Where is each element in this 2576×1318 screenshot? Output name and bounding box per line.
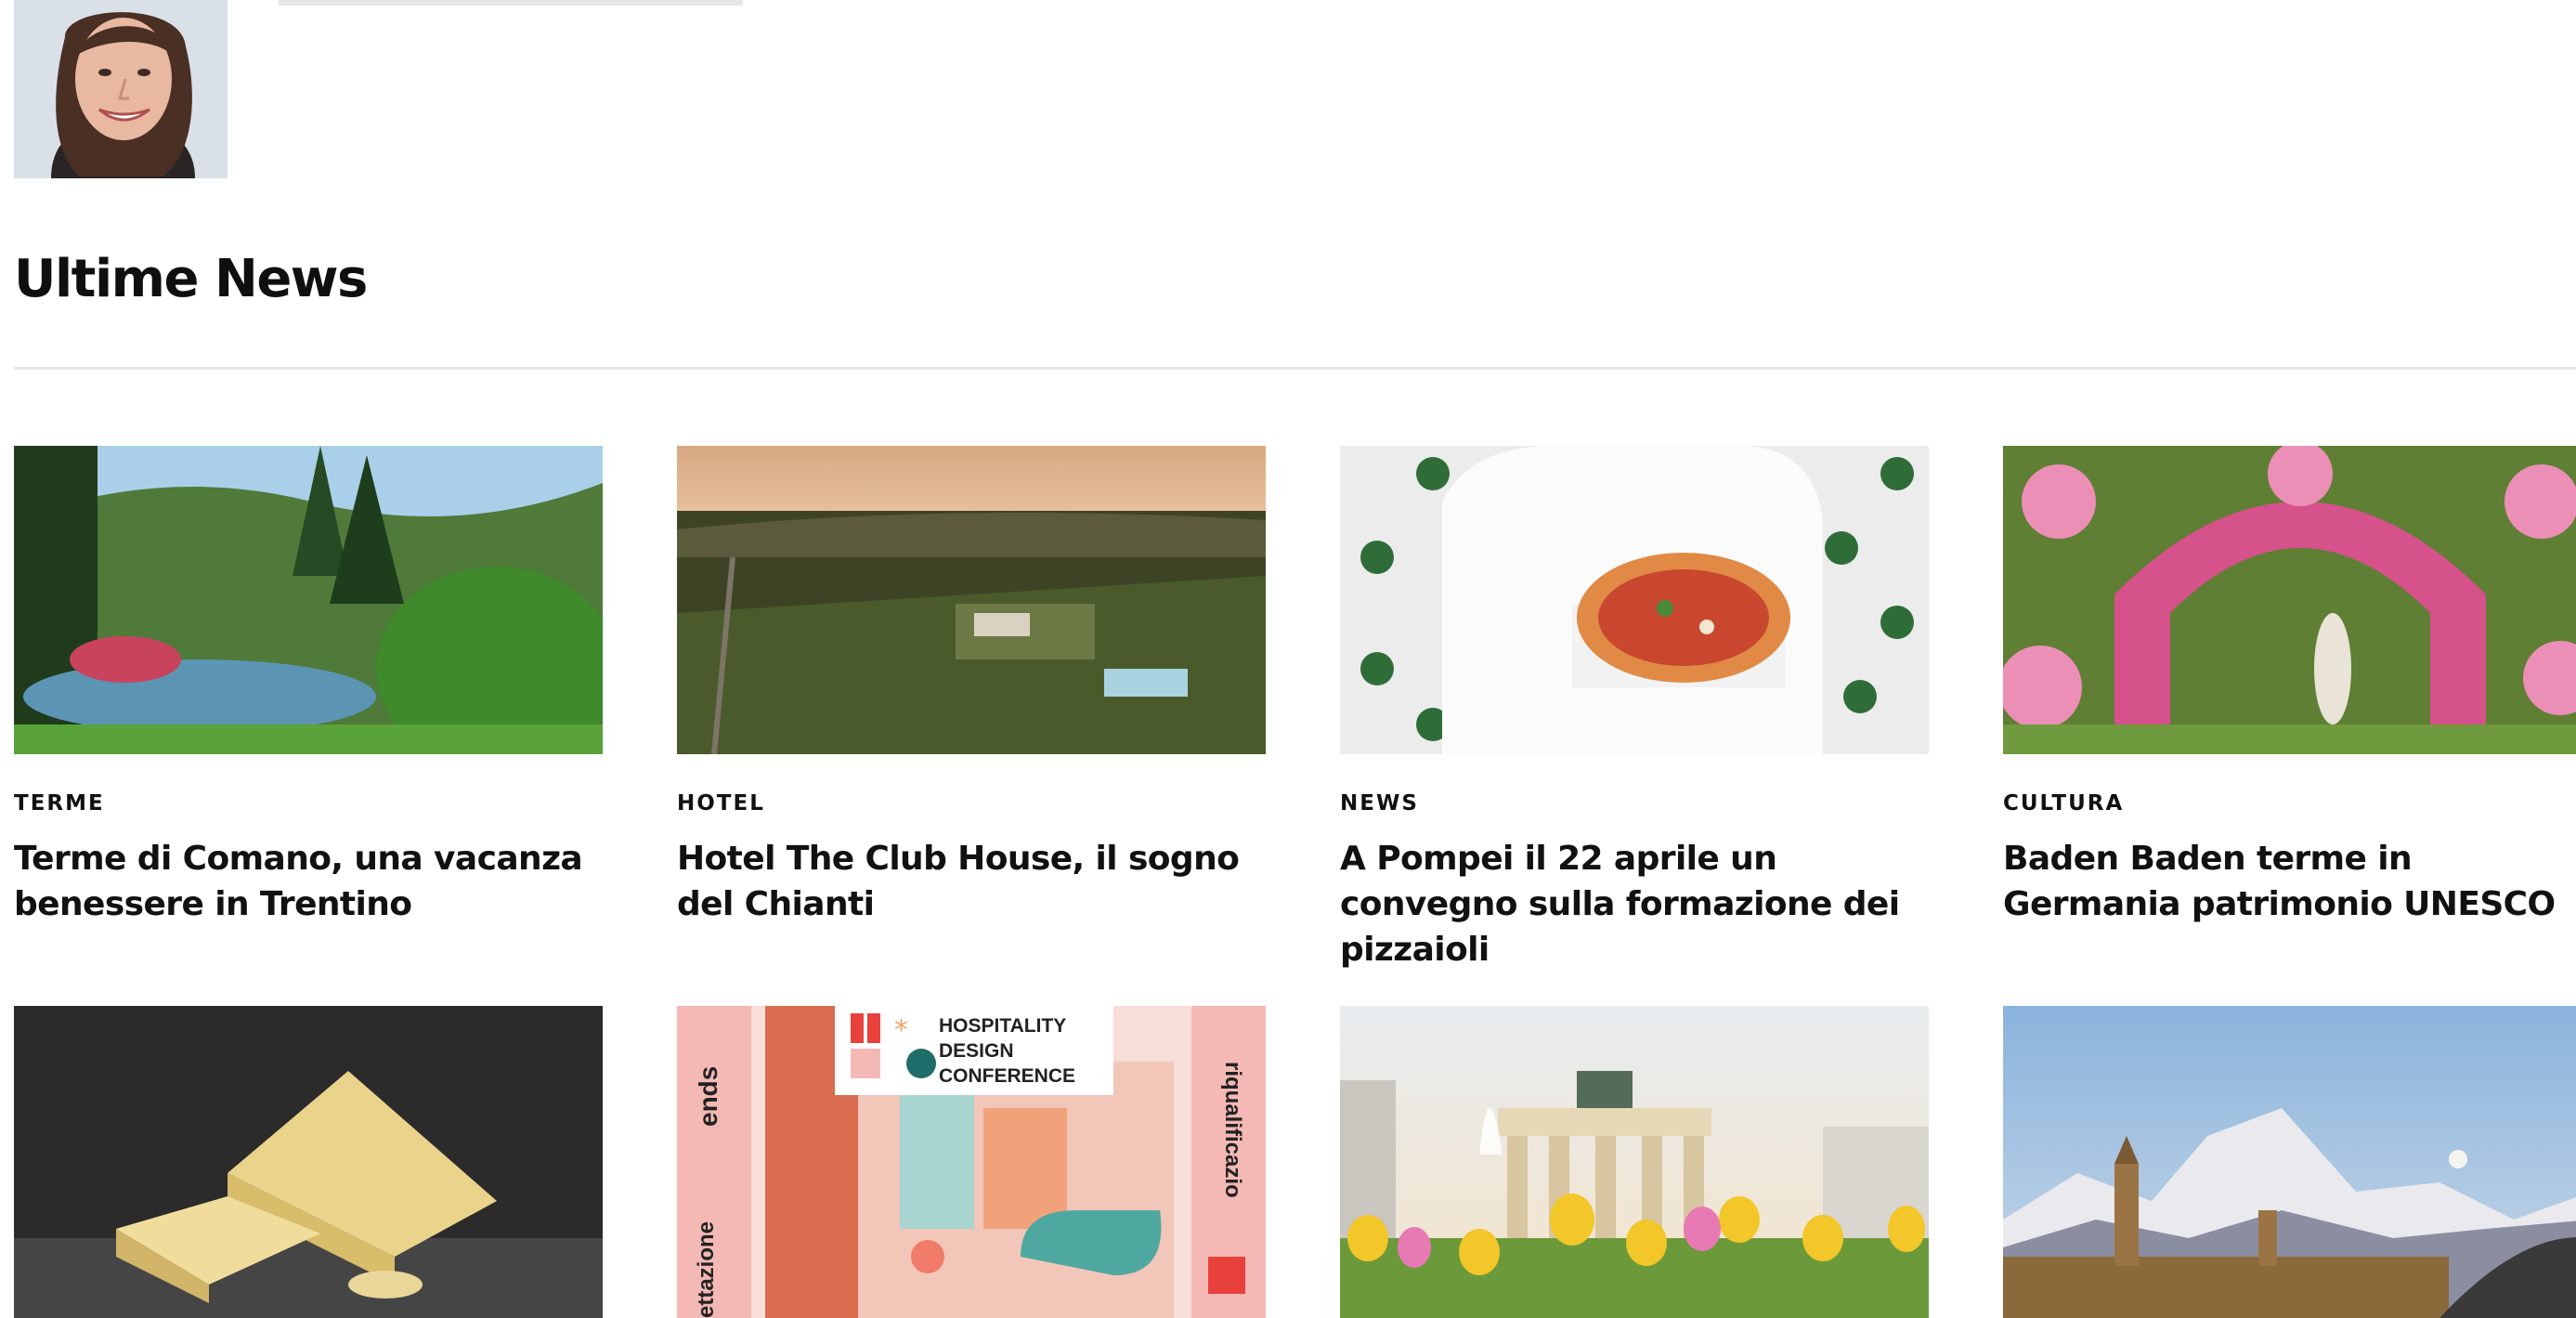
news-card[interactable]: NEWS A Pompei il 22 aprile un convegno s… [1340,446,1929,972]
author-name-placeholder [279,0,743,6]
poster-line: HOSPITALITY [939,1015,1067,1037]
poster-side-text: ends [694,1065,722,1127]
brandenburg-gate-image[interactable] [1340,1006,1929,1318]
chianti-aerial-image[interactable] [677,446,1266,754]
article-category[interactable]: TERME [14,791,603,816]
news-card[interactable] [1340,1006,1929,1318]
svg-text:*: * [894,1014,908,1047]
mountain-town-image[interactable] [2003,1006,2576,1318]
section-divider [14,367,2576,370]
news-card[interactable]: * HOSPITALITY DESIGN CONFERENCE ends ett… [677,1006,1266,1318]
article-title[interactable]: A Pompei il 22 aprile un convegno sulla … [1340,836,1916,972]
news-card[interactable]: HOTEL Hotel The Club House, il sogno del… [677,446,1266,927]
news-card[interactable]: TERME Terme di Comano, una vacanza benes… [14,446,603,927]
author-avatar[interactable] [14,0,228,178]
news-card[interactable]: CULTURA Baden Baden terme in Germania pa… [2003,446,2576,927]
article-title[interactable]: Terme di Comano, una vacanza benessere i… [14,836,590,927]
article-title[interactable]: Hotel The Club House, il sogno del Chian… [677,836,1253,927]
news-card[interactable] [2003,1006,2576,1318]
news-card[interactable] [14,1006,603,1318]
article-title[interactable]: Baden Baden terme in Germania patrimonio… [2003,836,2576,927]
poster-side-text: riqualificazio [1220,1062,1245,1198]
cheese-image[interactable] [14,1006,603,1318]
article-category[interactable]: CULTURA [2003,791,2576,816]
article-category[interactable]: HOTEL [677,791,1266,816]
hospitality-design-poster[interactable]: * HOSPITALITY DESIGN CONFERENCE ends ett… [677,1006,1266,1318]
pizza-chef-image[interactable] [1340,446,1929,754]
poster-line: CONFERENCE [939,1065,1076,1087]
section-title: Ultime News [14,249,368,309]
rose-garden-image[interactable] [2003,446,2576,754]
poster-side-text: ettazione [694,1220,719,1318]
park-lake-image[interactable] [14,446,603,754]
article-category[interactable]: NEWS [1340,791,1929,816]
poster-line: DESIGN [939,1040,1014,1062]
